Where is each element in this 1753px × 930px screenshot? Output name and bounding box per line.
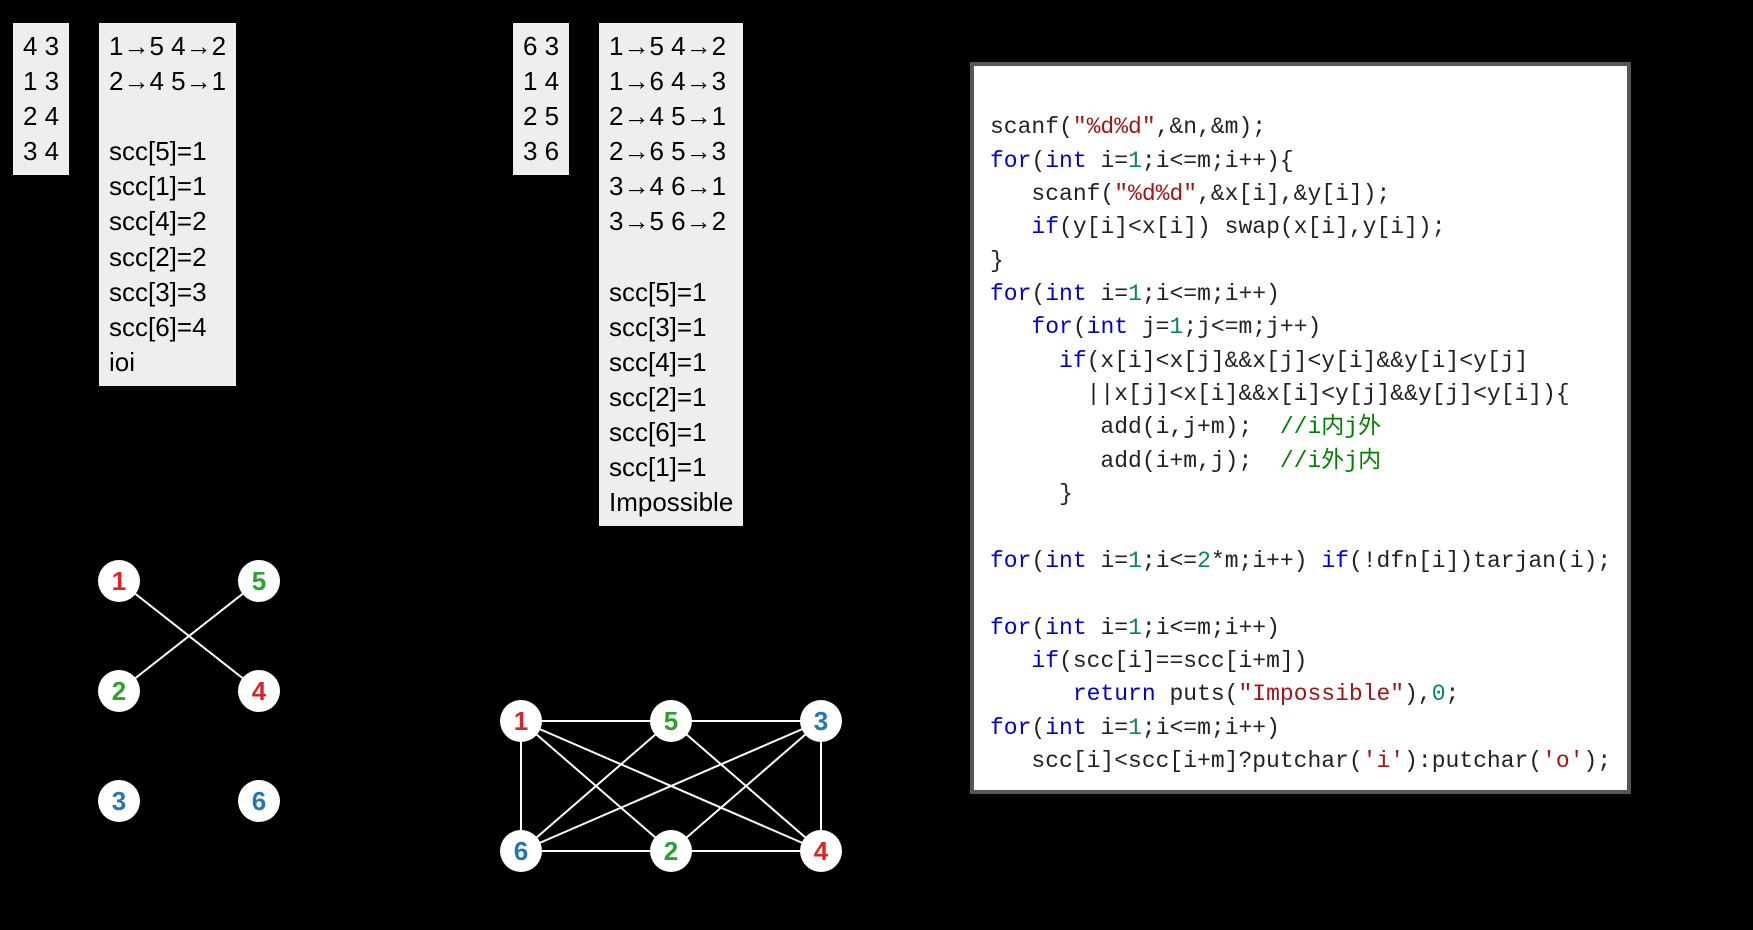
code-l10: add(i,j+m); //i内j外: [990, 414, 1381, 440]
code-l14: for(int i=1;i<=2*m;i++) if(!dfn[i])tarja…: [990, 548, 1611, 574]
ex1-trace: 1→5 4→2 2→4 5→1 scc[5]=1 scc[1]=1 scc[4]…: [98, 22, 237, 387]
code-l17: if(scc[i]==scc[i+m]): [990, 648, 1307, 674]
graph-node-2: 2: [650, 830, 692, 872]
graph-node-5: 5: [650, 700, 692, 742]
graph-node-4: 4: [800, 830, 842, 872]
code-l3: scanf("%d%d",&x[i],&y[i]);: [990, 181, 1390, 207]
code-l1: scanf("%d%d",&n,&m);: [990, 114, 1266, 140]
graph-node-1: 1: [98, 560, 140, 602]
code-l16: for(int i=1;i<=m;i++): [990, 615, 1280, 641]
code-l7: for(int j=1;j<=m;j++): [990, 314, 1321, 340]
ex2-input: 6 3 1 4 2 5 3 6: [512, 22, 570, 176]
graph-node-4: 4: [238, 670, 280, 712]
code-l6: for(int i=1;i<=m;i++): [990, 281, 1280, 307]
graph-node-6: 6: [500, 830, 542, 872]
graph-node-1: 1: [500, 700, 542, 742]
graph-node-3: 3: [800, 700, 842, 742]
code-l2: for(int i=1;i<=m;i++){: [990, 148, 1294, 174]
code-l9: ||x[j]<x[i]&&x[i]<y[j]&&y[j]<y[i]){: [990, 381, 1570, 407]
code-l20: scc[i]<scc[i+m]?putchar('i'):putchar('o'…: [990, 748, 1611, 774]
code-l5: }: [990, 248, 1004, 274]
graph-node-2: 2: [98, 670, 140, 712]
code-l12: }: [990, 481, 1073, 507]
code-l8: if(x[i]<x[j]&&x[j]<y[i]&&y[i]<y[j]: [990, 348, 1528, 374]
graph-ex1: 1 5 2 4 3 6: [98, 560, 298, 840]
code-listing: scanf("%d%d",&n,&m); for(int i=1;i<=m;i+…: [970, 62, 1631, 794]
ex2-trace: 1→5 4→2 1→6 4→3 2→4 5→1 2→6 5→3 3→4 6→1 …: [598, 22, 744, 527]
graph-node-3: 3: [98, 780, 140, 822]
code-l4: if(y[i]<x[i]) swap(x[i],y[i]);: [990, 214, 1446, 240]
code-l19: for(int i=1;i<=m;i++): [990, 715, 1280, 741]
ex1-input: 4 3 1 3 2 4 3 4: [12, 22, 70, 176]
graph-node-5: 5: [238, 560, 280, 602]
graph-node-6: 6: [238, 780, 280, 822]
graph-ex2: 1 5 3 6 2 4: [500, 700, 860, 900]
code-l18: return puts("Impossible"),0;: [990, 681, 1459, 707]
code-l11: add(i+m,j); //i外j内: [990, 448, 1381, 474]
